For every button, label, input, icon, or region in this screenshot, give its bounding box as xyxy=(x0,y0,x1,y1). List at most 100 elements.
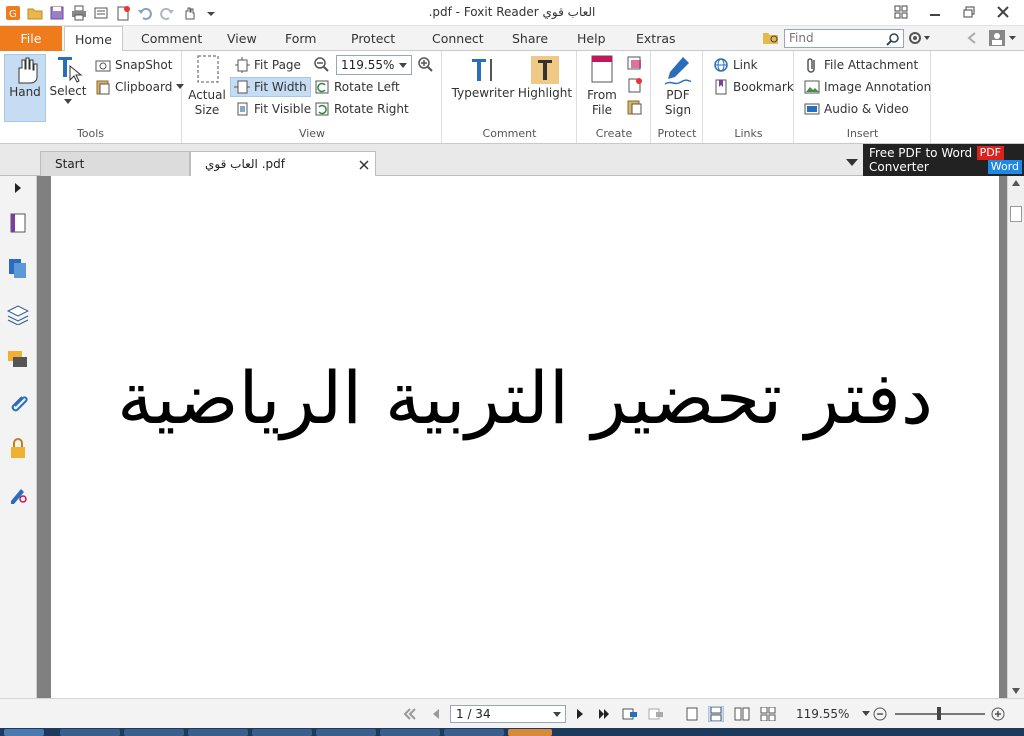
previous-page-icon[interactable] xyxy=(428,706,444,722)
hand-button[interactable]: Hand xyxy=(4,54,46,122)
search-folder-icon[interactable] xyxy=(762,30,780,49)
group-comment: Typewriter Highlight Comment xyxy=(443,51,577,143)
first-page-icon[interactable] xyxy=(402,706,418,722)
snapshot-button[interactable]: SnapShot xyxy=(92,55,175,75)
tab-connect[interactable]: Connect xyxy=(422,26,494,51)
promo-word-badge: Word xyxy=(987,160,1022,174)
status-zoom-in-icon[interactable] xyxy=(990,706,1006,722)
taskbar-item[interactable] xyxy=(316,729,376,736)
tab-current-document[interactable]: العاب قوي .pdf xyxy=(190,151,376,176)
link-button[interactable]: Link xyxy=(710,55,761,75)
tab-share[interactable]: Share xyxy=(502,26,558,51)
scroll-down-icon[interactable] xyxy=(1012,688,1020,694)
pdf-sign-button[interactable]: PDF Sign xyxy=(658,54,698,124)
promo-banner[interactable]: Free PDF to Word Converter PDF Word xyxy=(863,144,1024,176)
minimize-icon[interactable] xyxy=(918,2,952,22)
taskbar-item[interactable] xyxy=(252,729,312,736)
attachments-icon[interactable] xyxy=(6,392,30,416)
maximize-icon[interactable] xyxy=(952,2,986,22)
page-dropdown-icon xyxy=(553,712,561,717)
scroll-thumb[interactable] xyxy=(1010,206,1022,222)
audio-video-button[interactable]: Audio & Video xyxy=(801,99,912,119)
taskbar-item[interactable] xyxy=(124,729,184,736)
close-tab-icon[interactable] xyxy=(359,160,369,170)
tab-protect[interactable]: Protect xyxy=(341,26,405,51)
zoom-out-icon[interactable] xyxy=(313,56,329,75)
tab-list-dropdown-icon[interactable] xyxy=(846,156,858,170)
select-button[interactable]: Select xyxy=(48,54,88,122)
tab-form[interactable]: Form xyxy=(275,26,327,51)
start-orb[interactable] xyxy=(4,729,44,736)
snapshot-label: SnapShot xyxy=(115,58,173,72)
fit-width-button[interactable]: Fit Width xyxy=(230,77,311,97)
comment-group-label: Comment xyxy=(482,127,537,140)
pen-sign-icon xyxy=(664,57,692,85)
highlight-label: Highlight xyxy=(517,86,573,100)
from-file-icon xyxy=(591,55,613,83)
clipboard-create-icon[interactable] xyxy=(626,99,644,118)
pdf-page[interactable]: دفتر تحضير التربية الرياضية xyxy=(51,176,999,698)
tab-file[interactable]: File xyxy=(0,26,62,51)
layers-icon[interactable] xyxy=(6,302,30,326)
gear-icon[interactable] xyxy=(908,31,930,48)
zoom-in-icon[interactable] xyxy=(417,56,433,75)
expand-panel-icon[interactable] xyxy=(6,180,30,196)
next-view-icon[interactable] xyxy=(648,706,664,722)
tab-comment[interactable]: Comment xyxy=(131,26,212,51)
fit-page-button[interactable]: Fit Page xyxy=(231,55,304,75)
page-thumbnails-icon[interactable] xyxy=(6,211,30,235)
user-avatar-icon[interactable] xyxy=(988,29,1018,50)
fit-visible-button[interactable]: Fit Visible xyxy=(231,99,314,119)
zoom-slider[interactable] xyxy=(895,707,985,720)
status-zoom-out-icon[interactable] xyxy=(872,706,888,722)
taskbar-item[interactable] xyxy=(60,729,120,736)
scanner-icon[interactable] xyxy=(626,55,644,74)
from-file-button[interactable]: From File xyxy=(584,54,620,124)
tab-help[interactable]: Help xyxy=(567,26,616,51)
pages-icon[interactable] xyxy=(6,256,30,280)
security-lock-icon[interactable] xyxy=(6,436,30,460)
find-input[interactable]: Find xyxy=(784,29,904,48)
rotate-right-label: Rotate Right xyxy=(334,102,409,116)
status-zoom-value[interactable]: 119.55% xyxy=(796,707,849,721)
taskbar-item[interactable] xyxy=(444,729,504,736)
scroll-up-icon[interactable] xyxy=(1012,180,1020,186)
vertical-scrollbar[interactable] xyxy=(1007,176,1024,698)
blank-page-icon[interactable] xyxy=(626,77,644,96)
image-annotation-button[interactable]: Image Annotation xyxy=(801,77,934,97)
file-attachment-button[interactable]: File Attachment xyxy=(801,55,921,75)
tab-view[interactable]: View xyxy=(217,26,267,51)
bookmark-button[interactable]: Bookmark xyxy=(710,77,797,97)
page-number-input[interactable]: 1 / 34 xyxy=(450,705,566,723)
continuous-facing-icon[interactable] xyxy=(760,706,776,722)
tab-extras[interactable]: Extras xyxy=(626,26,686,51)
facing-pages-icon[interactable] xyxy=(734,706,750,722)
signatures-icon[interactable] xyxy=(6,482,30,506)
rotate-left-button[interactable]: Rotate Left xyxy=(311,77,403,97)
tab-start[interactable]: Start xyxy=(40,151,190,176)
rotate-left-icon xyxy=(315,80,329,94)
tab-home[interactable]: Home xyxy=(64,26,123,52)
zoom-slider-knob[interactable] xyxy=(937,707,941,720)
previous-view-icon[interactable] xyxy=(622,706,638,722)
continuous-page-icon[interactable] xyxy=(708,706,724,722)
zoom-select[interactable]: 119.55% xyxy=(336,55,412,75)
single-page-icon[interactable] xyxy=(684,706,700,722)
search-icon[interactable] xyxy=(886,32,900,46)
last-page-icon[interactable] xyxy=(596,706,612,722)
close-icon[interactable] xyxy=(986,2,1020,22)
taskbar-item[interactable] xyxy=(188,729,248,736)
document-viewport[interactable]: دفتر تحضير التربية الرياضية xyxy=(37,176,1024,698)
typewriter-button[interactable]: Typewriter xyxy=(451,54,515,110)
actual-size-button[interactable]: Actual Size xyxy=(188,54,226,124)
previous-arrow-icon[interactable] xyxy=(966,31,978,48)
taskbar-item-active[interactable] xyxy=(508,729,552,736)
layout-icon[interactable] xyxy=(884,2,918,22)
protect-group-label: Protect xyxy=(657,127,697,140)
taskbar-item[interactable] xyxy=(380,729,440,736)
comments-icon[interactable] xyxy=(6,348,30,372)
highlight-button[interactable]: Highlight xyxy=(517,54,573,110)
rotate-right-button[interactable]: Rotate Right xyxy=(311,99,412,119)
next-page-icon[interactable] xyxy=(572,706,588,722)
clipboard-button[interactable]: Clipboard xyxy=(92,77,187,97)
